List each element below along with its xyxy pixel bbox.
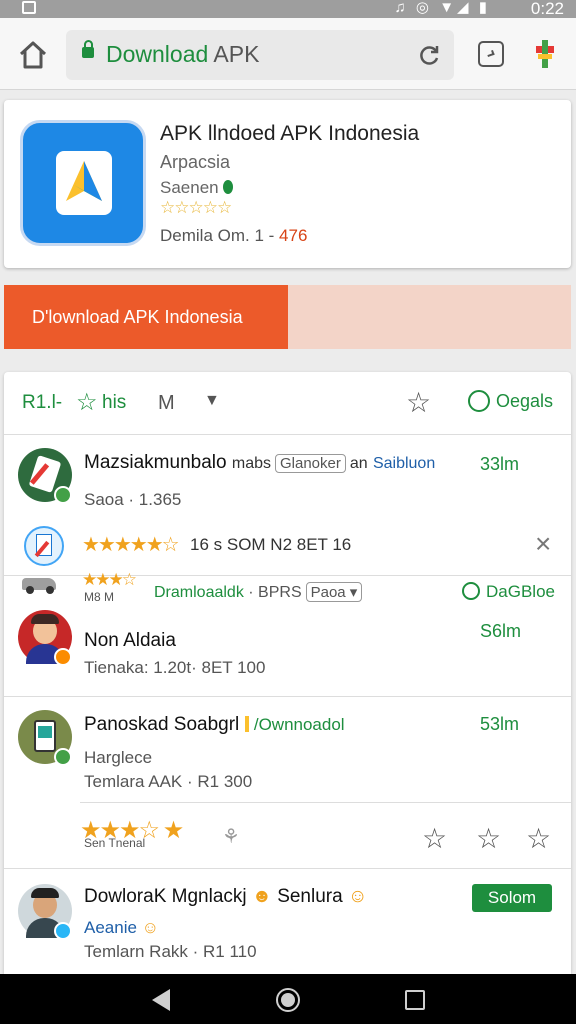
row-title[interactable]: DowloraK Mgnlackj ☻ Senlura ☺ bbox=[84, 886, 367, 908]
download-label: D'lownload APK Indonesia bbox=[32, 307, 243, 327]
share-icon[interactable]: ⚘ bbox=[222, 824, 240, 849]
row-title[interactable]: Mazsiakmunbalo mabs Glanoker an Saibluon bbox=[84, 452, 435, 474]
clock: 0:22 bbox=[530, 0, 564, 18]
emoji-icon: ☺ bbox=[347, 886, 368, 907]
app-card[interactable]: APK llndoed APK Indonesia Arpacsia Saene… bbox=[4, 100, 571, 268]
row-subtitle: Harglece bbox=[84, 748, 153, 767]
filter-label[interactable]: R1.l- bbox=[22, 392, 62, 414]
url-text[interactable]: Download APK bbox=[106, 41, 259, 68]
filter-label-2[interactable]: his bbox=[102, 392, 126, 414]
avatar[interactable] bbox=[18, 448, 72, 504]
divider bbox=[4, 696, 571, 697]
install-button[interactable]: Solom bbox=[472, 884, 552, 912]
pencil-icon bbox=[244, 716, 249, 732]
row-size: 33lm bbox=[480, 454, 520, 474]
verified-badge-icon bbox=[54, 748, 72, 766]
app-rating-stars: ☆☆☆☆☆ bbox=[160, 198, 232, 217]
car-icon bbox=[18, 572, 64, 594]
refresh-icon[interactable] bbox=[416, 42, 442, 68]
address-bar[interactable]: Download APK bbox=[66, 30, 454, 80]
sort-icon[interactable]: M bbox=[158, 392, 175, 415]
star-outline-icon[interactable]: ☆ bbox=[476, 822, 501, 855]
row-subtitle: Saoa · 1.365 bbox=[84, 490, 182, 509]
favorite-icon[interactable]: ☆ bbox=[406, 386, 431, 419]
notification-icon bbox=[22, 1, 36, 14]
recent-apps-icon[interactable] bbox=[405, 990, 425, 1010]
browser-toolbar: Download APK bbox=[0, 18, 576, 90]
edit-app-icon[interactable] bbox=[24, 526, 64, 566]
row-subtitle: Aeanie ☺ bbox=[84, 918, 160, 937]
row-size: S6lm bbox=[480, 621, 522, 641]
row-subtitle-2: Temlarn Rakk · R1 110 bbox=[84, 942, 257, 961]
row-subtitle-2: Temlara AAK · R1 300 bbox=[84, 772, 253, 791]
app-icon[interactable] bbox=[20, 120, 146, 246]
badge-icon bbox=[54, 922, 72, 940]
app-meta: Demila Om. 1 - 476 bbox=[160, 226, 308, 245]
row-subtitle: Tienaka: 1.20t· 8ET 100 bbox=[84, 658, 266, 677]
star-outline-icon[interactable]: ☆ bbox=[526, 822, 551, 855]
emoji-icon: ☺ bbox=[141, 918, 160, 937]
avatar[interactable] bbox=[18, 710, 72, 766]
verified-badge-icon bbox=[54, 486, 72, 504]
star-outline-icon[interactable]: ☆ bbox=[76, 388, 98, 417]
back-icon[interactable] bbox=[152, 989, 170, 1011]
divider bbox=[4, 434, 571, 435]
details-button[interactable]: Oegals bbox=[468, 390, 553, 412]
lock-icon bbox=[82, 40, 94, 58]
system-nav-bar bbox=[0, 974, 576, 1024]
avatar[interactable] bbox=[18, 884, 72, 940]
divider bbox=[80, 802, 571, 803]
download-link[interactable]: Dramloaaldk · BPRS Paoa ▾ bbox=[154, 582, 366, 602]
clock-icon bbox=[462, 582, 480, 600]
close-icon[interactable]: × bbox=[535, 528, 551, 560]
home-icon[interactable] bbox=[14, 36, 52, 74]
row-title[interactable]: Panoskad Soabgrl /Ownnoadol bbox=[84, 714, 345, 736]
tabs-icon[interactable] bbox=[478, 41, 504, 67]
apk-logo-icon bbox=[66, 161, 102, 201]
download-action[interactable]: DaGBloe bbox=[462, 582, 555, 602]
row-size: 53lm bbox=[480, 714, 520, 734]
divider bbox=[4, 868, 571, 869]
app-developer: Arpacsia bbox=[160, 152, 231, 172]
rating-text: 16 s SOM N2 8ET 16 bbox=[190, 535, 352, 554]
info-icon bbox=[468, 390, 490, 412]
menu-icon[interactable] bbox=[534, 38, 556, 70]
download-progress-bar[interactable]: D'lownload APK Indonesia bbox=[4, 285, 571, 349]
row-title[interactable]: Non Aldaia bbox=[84, 630, 176, 652]
home-nav-icon[interactable] bbox=[276, 988, 300, 1012]
rating-stars: ★★★☆ bbox=[82, 570, 137, 589]
badge-icon bbox=[54, 648, 72, 666]
rating-stars: ★★★★★☆ bbox=[82, 534, 180, 556]
app-category: Saenen bbox=[160, 178, 233, 198]
row-caption: M8 M bbox=[84, 590, 114, 604]
verified-icon bbox=[222, 180, 233, 194]
chevron-down-icon[interactable]: ▼ bbox=[204, 392, 220, 410]
app-title: APK llndoed APK Indonesia bbox=[160, 122, 420, 145]
star-outline-icon[interactable]: ☆ bbox=[422, 822, 447, 855]
row-caption: Sen Tnenal bbox=[84, 836, 146, 850]
status-bar: ♫ ◎ ▼◢ ▮ 0:22 bbox=[0, 0, 576, 18]
app-list-panel: R1.l- ☆ his M ▼ ☆ Oegals Mazsiakmunbalo … bbox=[4, 372, 571, 974]
emoji-icon: ☻ bbox=[251, 886, 272, 907]
avatar[interactable] bbox=[18, 610, 72, 666]
system-icons: ♫ ◎ ▼◢ ▮ bbox=[394, 0, 490, 16]
